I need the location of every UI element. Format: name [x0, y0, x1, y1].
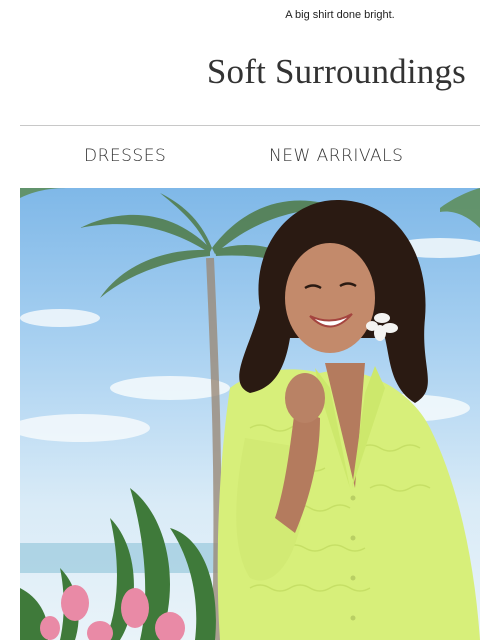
- hero-image[interactable]: [20, 188, 480, 640]
- main-nav: DRESSES NEW ARRIVALS: [20, 146, 480, 168]
- nav-item-new-arrivals[interactable]: NEW ARRIVALS: [269, 146, 403, 166]
- brand-logo[interactable]: Soft Surroundings: [207, 52, 466, 92]
- preheader-text[interactable]: A big shirt done bright.: [0, 9, 480, 21]
- nav-item-dresses[interactable]: DRESSES: [84, 146, 166, 166]
- header-divider: [20, 125, 480, 126]
- hero-illustration: [20, 188, 480, 640]
